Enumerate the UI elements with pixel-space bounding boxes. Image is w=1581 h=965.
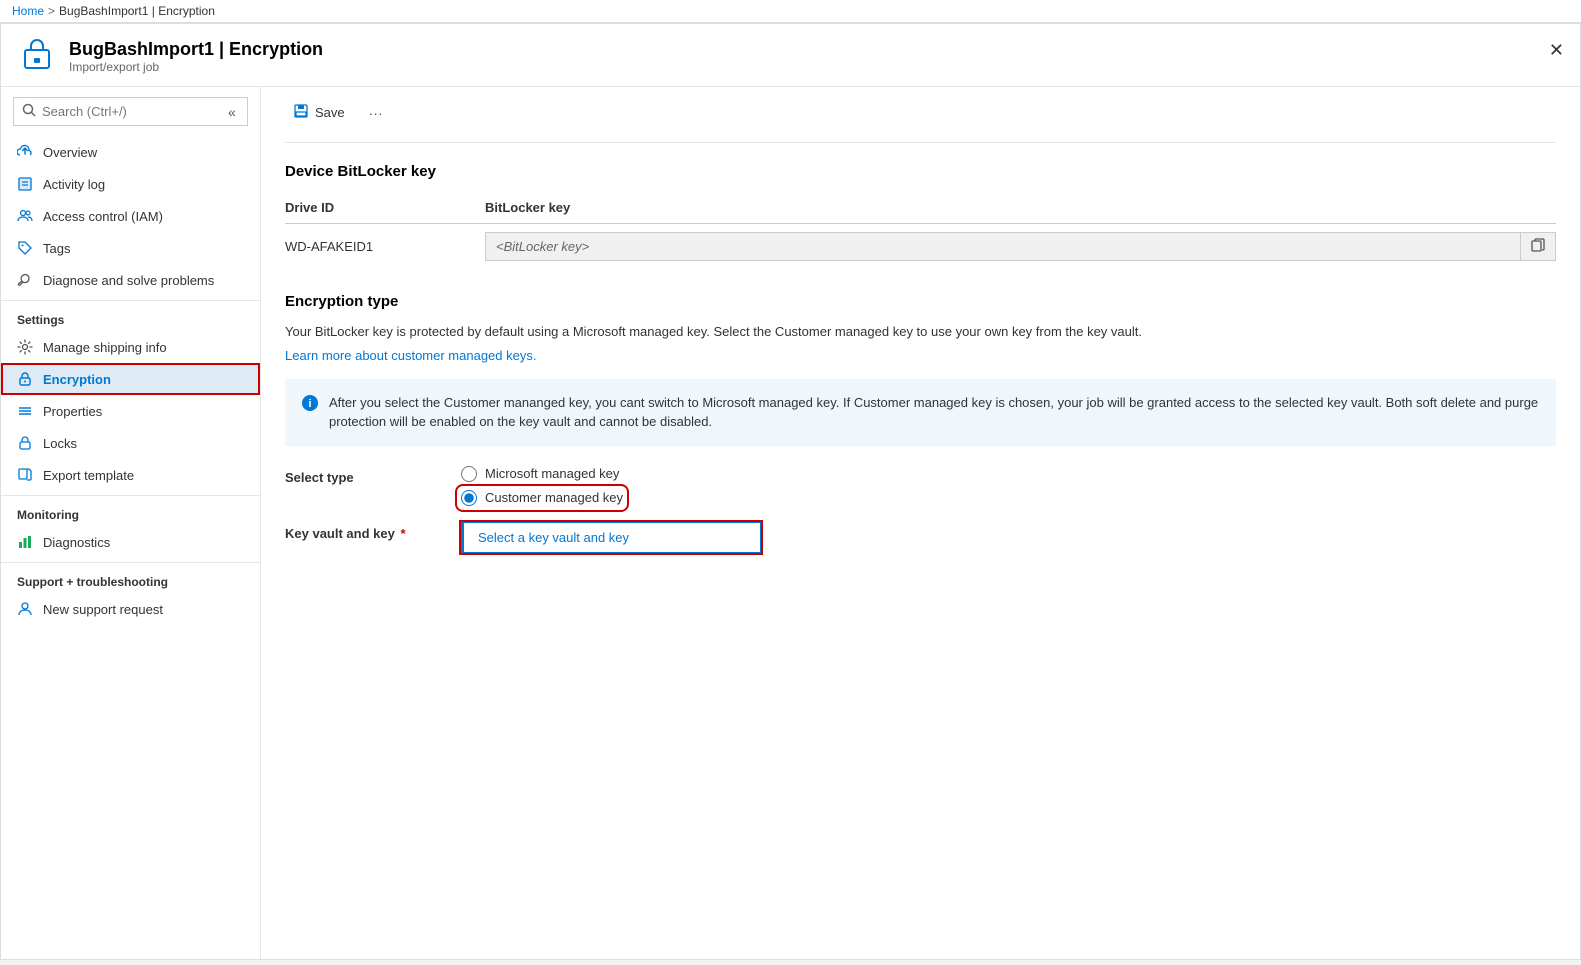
info-box: i After you select the Customer mananged… <box>285 379 1556 446</box>
page-subtitle: Import/export job <box>69 60 323 74</box>
sidebar-item-access-control-label: Access control (IAM) <box>43 209 163 224</box>
col-bitlocker-key: BitLocker key <box>485 192 1556 224</box>
sidebar-item-new-support[interactable]: New support request <box>1 593 260 625</box>
lock-small-icon <box>17 435 33 451</box>
microsoft-key-radio[interactable] <box>461 466 477 482</box>
customer-key-radio[interactable] <box>461 490 477 506</box>
info-text: After you select the Customer mananged k… <box>329 393 1540 432</box>
radio-group: Microsoft managed key Customer managed k… <box>461 466 623 506</box>
sidebar-item-manage-shipping-label: Manage shipping info <box>43 340 167 355</box>
close-button[interactable]: ✕ <box>1549 40 1564 61</box>
page-header-icon <box>17 36 57 76</box>
sidebar-item-diagnostics-label: Diagnostics <box>43 535 110 550</box>
sidebar-item-diagnostics[interactable]: Diagnostics <box>1 526 260 558</box>
customer-key-label: Customer managed key <box>485 490 623 505</box>
required-indicator: * <box>400 526 405 541</box>
body-layout: « Overview <box>1 87 1580 959</box>
sidebar-item-encryption[interactable]: Encryption <box>1 363 260 395</box>
svg-text:i: i <box>308 398 311 410</box>
save-label: Save <box>315 105 345 120</box>
key-vault-input-wrapper: Select a key vault and key <box>461 522 761 553</box>
sidebar-item-locks[interactable]: Locks <box>1 427 260 459</box>
customer-key-option[interactable]: Customer managed key <box>461 490 623 506</box>
encryption-type-title: Encryption type <box>285 293 1556 310</box>
sidebar-item-new-support-label: New support request <box>43 602 163 617</box>
info-icon: i <box>301 394 319 432</box>
sidebar-item-tags[interactable]: Tags <box>1 232 260 264</box>
key-vault-row: Key vault and key * Select a key vault a… <box>285 522 1556 553</box>
sidebar-item-diagnose-label: Diagnose and solve problems <box>43 273 214 288</box>
support-section-label: Support + troubleshooting <box>1 562 260 593</box>
bitlocker-key-container: <BitLocker key> <box>485 232 1556 261</box>
bitlocker-key-cell: <BitLocker key> <box>485 224 1556 270</box>
sidebar-item-properties-label: Properties <box>43 404 102 419</box>
wrench-icon <box>17 272 33 288</box>
breadcrumb-current: BugBashImport1 | Encryption <box>59 4 215 18</box>
sidebar-item-export-template[interactable]: Export template <box>1 459 260 491</box>
page-header: BugBashImport1 | Encryption Import/expor… <box>1 24 1580 87</box>
save-button[interactable]: Save <box>285 99 353 126</box>
main-container: BugBashImport1 | Encryption Import/expor… <box>0 23 1581 960</box>
copy-bitlocker-key-button[interactable] <box>1520 233 1555 260</box>
breadcrumb-separator: > <box>48 4 55 18</box>
table-row: WD-AFAKEID1 <BitLocker key> <box>285 224 1556 270</box>
gear-icon <box>17 339 33 355</box>
people-icon <box>17 208 33 224</box>
search-box[interactable]: « <box>13 97 248 126</box>
encryption-section: Encryption type Your BitLocker key is pr… <box>285 293 1556 553</box>
list-icon <box>17 176 33 192</box>
sidebar-item-tags-label: Tags <box>43 241 70 256</box>
sidebar-item-export-template-label: Export template <box>43 468 134 483</box>
sidebar-item-activity-log-label: Activity log <box>43 177 105 192</box>
bitlocker-table: Drive ID BitLocker key WD-AFAKEID1 <BitL… <box>285 192 1556 269</box>
sidebar: « Overview <box>1 87 261 959</box>
microsoft-key-label: Microsoft managed key <box>485 466 619 481</box>
col-drive-id: Drive ID <box>285 192 485 224</box>
main-content: Save ··· Device BitLocker key Drive ID B… <box>261 87 1580 959</box>
page-header-text: BugBashImport1 | Encryption Import/expor… <box>69 39 323 74</box>
sidebar-item-access-control[interactable]: Access control (IAM) <box>1 200 260 232</box>
bitlocker-key-text: <BitLocker key> <box>486 233 1520 260</box>
select-type-label: Select type <box>285 466 445 485</box>
toolbar: Save ··· <box>285 87 1556 143</box>
sidebar-item-properties[interactable]: Properties <box>1 395 260 427</box>
export-icon <box>17 467 33 483</box>
sidebar-item-diagnose[interactable]: Diagnose and solve problems <box>1 264 260 296</box>
bars-icon <box>17 403 33 419</box>
learn-more-link[interactable]: Learn more about customer managed keys. <box>285 348 536 363</box>
select-type-row: Select type Microsoft managed key Custom… <box>285 466 1556 506</box>
page-title: BugBashImport1 | Encryption <box>69 39 323 60</box>
more-options-button[interactable]: ··· <box>361 101 391 125</box>
search-input[interactable] <box>42 104 218 119</box>
microsoft-key-option[interactable]: Microsoft managed key <box>461 466 623 482</box>
sidebar-item-locks-label: Locks <box>43 436 77 451</box>
sidebar-item-overview[interactable]: Overview <box>1 136 260 168</box>
sidebar-item-overview-label: Overview <box>43 145 97 160</box>
sidebar-item-encryption-label: Encryption <box>43 372 111 387</box>
chart-icon <box>17 534 33 550</box>
sidebar-item-activity-log[interactable]: Activity log <box>1 168 260 200</box>
collapse-button[interactable]: « <box>224 104 240 120</box>
cloud-upload-icon <box>17 144 33 160</box>
key-vault-select-button[interactable]: Select a key vault and key <box>461 522 761 553</box>
bitlocker-section-title: Device BitLocker key <box>285 163 1556 180</box>
tag-icon <box>17 240 33 256</box>
save-icon <box>293 103 309 122</box>
breadcrumb-home[interactable]: Home <box>12 4 44 18</box>
person-icon <box>17 601 33 617</box>
sidebar-item-manage-shipping[interactable]: Manage shipping info <box>1 331 260 363</box>
drive-id-cell: WD-AFAKEID1 <box>285 224 485 270</box>
encryption-description: Your BitLocker key is protected by defau… <box>285 322 1556 342</box>
key-vault-label: Key vault and key * <box>285 522 445 541</box>
search-icon <box>22 103 36 120</box>
monitoring-section-label: Monitoring <box>1 495 260 526</box>
settings-section-label: Settings <box>1 300 260 331</box>
lock-icon <box>17 371 33 387</box>
breadcrumb: Home > BugBashImport1 | Encryption <box>0 0 1581 23</box>
